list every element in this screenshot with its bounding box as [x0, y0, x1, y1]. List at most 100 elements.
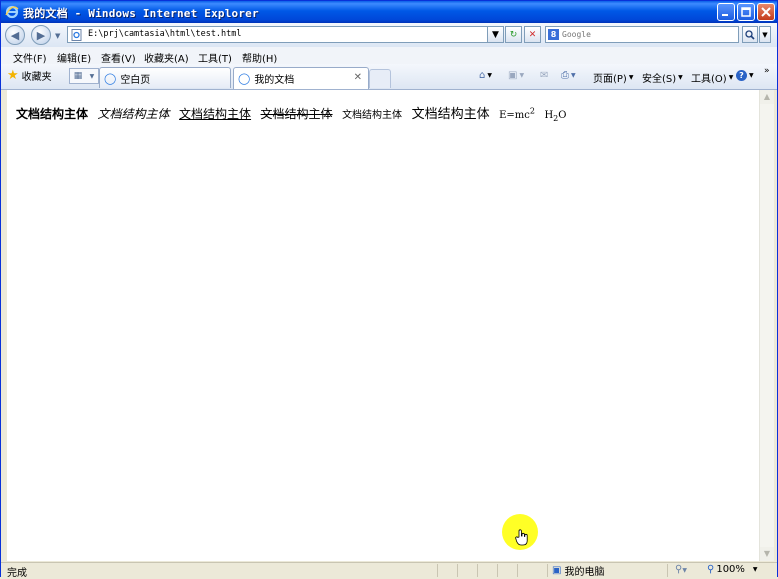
- tab-blank-page[interactable]: ◯ 空白页: [99, 67, 231, 88]
- search-button[interactable]: [742, 26, 758, 43]
- minimize-button[interactable]: [717, 3, 735, 21]
- status-divider: [497, 564, 498, 577]
- chevron-down-icon: ▼: [728, 74, 734, 81]
- chevron-down-icon: ▼: [487, 72, 492, 79]
- ie-page-icon: ◯: [104, 71, 117, 85]
- mail-button[interactable]: ✉: [540, 70, 548, 81]
- address-field[interactable]: E:\prj\camtasia\html\test.html: [67, 26, 503, 43]
- address-toolbar: ◀ ▶ ▼ E:\prj\camtasia\html\test.html ▼ ↻…: [1, 23, 777, 47]
- superscript: 2: [529, 106, 535, 116]
- mail-icon: ✉: [540, 70, 549, 81]
- chevron-down-icon: ▼: [749, 72, 754, 79]
- scroll-down-icon[interactable]: ▼: [760, 547, 774, 561]
- protected-mode-button[interactable]: ⚲▼: [675, 564, 687, 575]
- chevron-down-icon: ▼: [762, 30, 768, 39]
- status-bar: 完成 ▣ 我的电脑 ⚲▼ ⚲ 100% ▼: [1, 562, 777, 579]
- status-divider: [437, 564, 438, 577]
- menu-edit[interactable]: 编辑(E): [57, 50, 91, 65]
- chevron-down-icon: ▼: [752, 566, 758, 573]
- zone-label: 我的电脑: [564, 567, 605, 578]
- menu-file[interactable]: 文件(F): [13, 50, 47, 65]
- search-icon: [745, 29, 755, 40]
- formula-base: E=mc: [499, 110, 530, 121]
- forward-button[interactable]: ▶: [31, 25, 51, 45]
- menu-favorites[interactable]: 收藏夹(A): [144, 50, 189, 65]
- chevron-down-icon: ▼: [682, 567, 687, 574]
- page-content: 文档结构主体 文档结构主体 文档结构主体 文档结构主体 文档结构主体 文档结构主…: [7, 90, 759, 561]
- grid-icon: ▦: [73, 71, 83, 81]
- title-bar[interactable]: 我的文档 - Windows Internet Explorer: [1, 1, 777, 23]
- search-input[interactable]: [562, 28, 732, 41]
- printer-icon: ⎙: [561, 70, 569, 81]
- print-button[interactable]: ⎙ ▼: [561, 70, 576, 81]
- status-divider: [477, 564, 478, 577]
- menu-view[interactable]: 查看(V): [101, 50, 136, 65]
- star-icon: ★: [7, 68, 19, 83]
- window-title: 我的文档 - Windows Internet Explorer: [23, 7, 259, 20]
- maximize-button[interactable]: [737, 3, 755, 21]
- superscript-formula: E=mc2: [499, 106, 535, 121]
- chevron-down-icon: ▼: [628, 74, 634, 81]
- formula-tail: O: [558, 110, 567, 121]
- stop-button[interactable]: ✕: [524, 26, 541, 43]
- tab-close-icon[interactable]: ✕: [354, 72, 362, 83]
- close-icon: [761, 7, 771, 17]
- italic-text: 文档结构主体: [97, 107, 170, 121]
- browser-window: 我的文档 - Windows Internet Explorer ◀ ▶ ▼ E…: [0, 0, 778, 579]
- document-body-line: 文档结构主体 文档结构主体 文档结构主体 文档结构主体 文档结构主体 文档结构主…: [16, 103, 572, 123]
- formula-base: H: [544, 110, 554, 121]
- menu-bar: 文件(F) 编辑(E) 查看(V) 收藏夹(A) 工具(T) 帮助(H): [1, 47, 777, 65]
- subscript-formula: H2O: [544, 110, 567, 123]
- address-dropdown-button[interactable]: ▼: [487, 26, 504, 43]
- page-icon: [71, 29, 83, 44]
- tools-menu-button[interactable]: 工具(O) ▼: [691, 70, 733, 85]
- security-zone[interactable]: ▣ 我的电脑: [552, 563, 604, 578]
- safety-menu-label: 安全(S): [642, 74, 677, 85]
- refresh-icon: ↻: [509, 29, 518, 40]
- history-dropdown-icon[interactable]: ▼: [55, 32, 60, 40]
- status-divider: [667, 564, 668, 577]
- zoom-level: 100%: [716, 564, 745, 575]
- page-menu-label: 页面(P): [593, 74, 627, 85]
- computer-icon: ▣: [552, 565, 562, 576]
- status-divider: [547, 564, 548, 577]
- close-button[interactable]: [757, 3, 775, 21]
- status-divider: [457, 564, 458, 577]
- chevron-down-icon: ▼: [89, 72, 95, 80]
- favorites-label: 收藏夹: [21, 72, 52, 83]
- menu-help[interactable]: 帮助(H): [242, 50, 277, 65]
- refresh-button[interactable]: ↻: [505, 26, 522, 43]
- strikethrough-text: 文档结构主体: [260, 107, 333, 121]
- minimize-icon: [722, 14, 728, 16]
- new-tab-button[interactable]: [369, 69, 391, 88]
- back-button[interactable]: ◀: [5, 25, 25, 45]
- search-box[interactable]: 8: [545, 26, 739, 43]
- zoom-button[interactable]: ⚲ 100% ▼: [707, 564, 758, 575]
- underline-text: 文档结构主体: [179, 107, 252, 121]
- quick-tabs-button[interactable]: ▦ ▼: [69, 68, 99, 84]
- tab-my-documents[interactable]: ◯ 我的文档 ✕: [233, 67, 369, 89]
- home-icon: ⌂: [479, 70, 486, 81]
- home-button[interactable]: ⌂ ▼: [479, 70, 492, 81]
- maximize-icon: [741, 7, 751, 17]
- ie-page-icon: ◯: [238, 72, 251, 85]
- feeds-button[interactable]: ▣ ▼: [508, 70, 524, 81]
- vertical-scrollbar[interactable]: ▲ ▼: [759, 90, 774, 561]
- small-text: 文档结构主体: [342, 110, 403, 121]
- scroll-up-icon[interactable]: ▲: [760, 90, 774, 104]
- address-url: E:\prj\camtasia\html\test.html: [88, 29, 242, 39]
- safety-menu-button[interactable]: 安全(S) ▼: [642, 70, 683, 85]
- chevron-down-icon: ▼: [519, 72, 525, 79]
- status-divider: [517, 564, 518, 577]
- tab-label: 空白页: [120, 74, 151, 86]
- favorites-button[interactable]: ★ 收藏夹: [7, 68, 52, 83]
- bold-text: 文档结构主体: [16, 107, 89, 121]
- zoom-icon: ⚲: [707, 564, 715, 575]
- menu-tools[interactable]: 工具(T): [198, 50, 232, 65]
- help-menu-button[interactable]: ? ▼: [736, 70, 754, 81]
- tab-bar: ★ 收藏夹 ▦ ▼ ◯ 空白页 ◯ 我的文档 ✕ ⌂ ▼ ▣ ▼ ✉ ⎙ ▼ 页…: [1, 64, 777, 90]
- chevron-down-icon: ▼: [571, 72, 576, 79]
- toolbar-overflow-button[interactable]: »: [764, 66, 770, 76]
- page-menu-button[interactable]: 页面(P) ▼: [593, 70, 633, 85]
- search-options-button[interactable]: ▼: [759, 26, 771, 43]
